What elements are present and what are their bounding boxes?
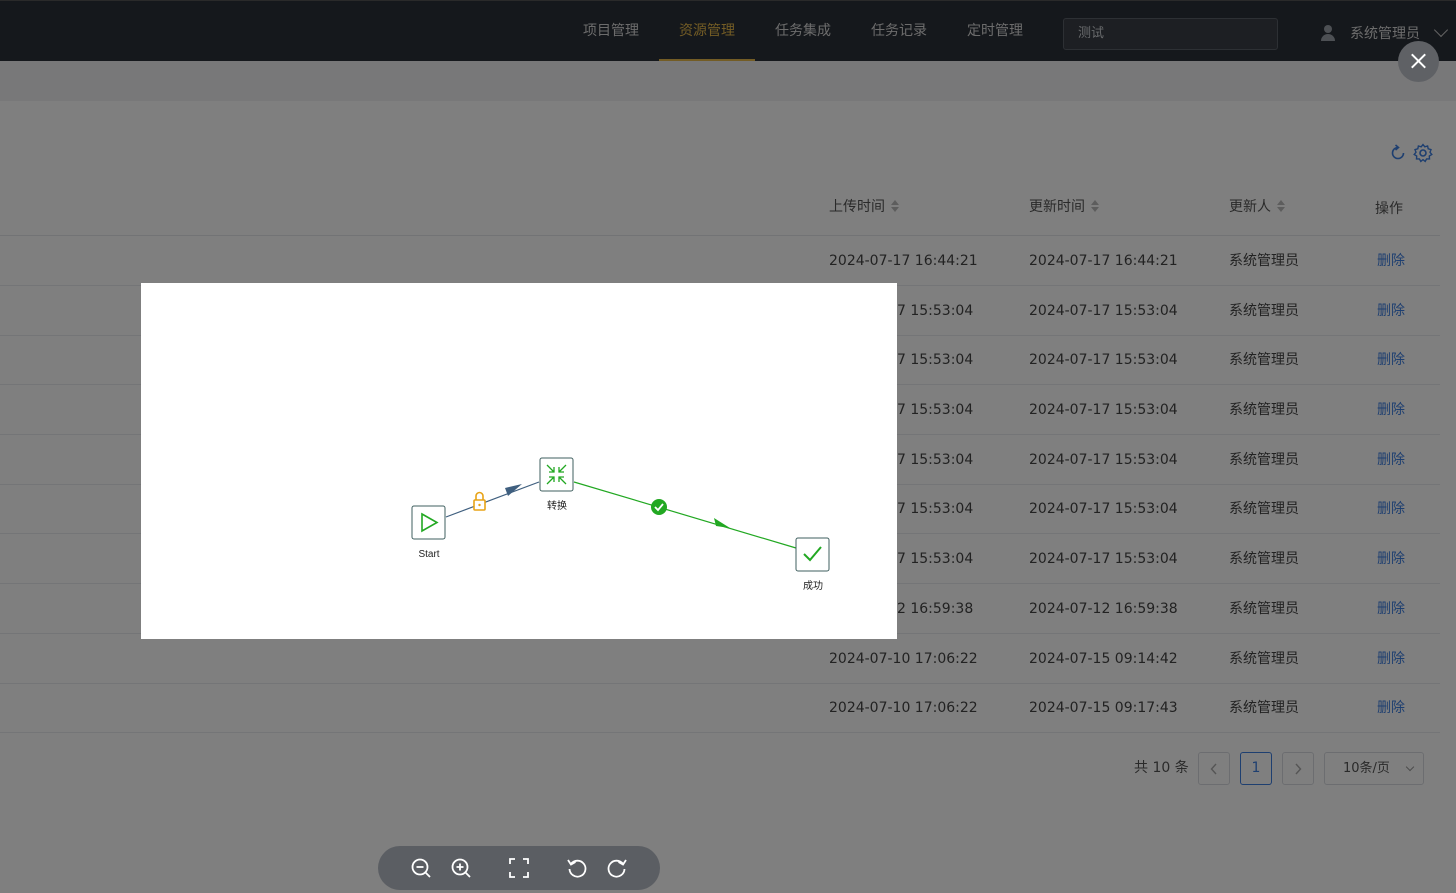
rotate-right-icon[interactable] (605, 856, 629, 880)
success-node[interactable] (795, 537, 830, 572)
close-button[interactable] (1398, 41, 1439, 82)
arrow-head (714, 518, 730, 528)
flow-edge (573, 481, 797, 549)
lock-icon (473, 491, 486, 511)
viewer-toolbar (378, 846, 660, 890)
arrow-head (505, 484, 522, 496)
success-node-label: 成功 (803, 580, 823, 592)
flow-edge (445, 481, 540, 518)
fullscreen-icon[interactable] (507, 856, 531, 880)
start-node-label: Start (418, 549, 439, 560)
zoom-out-icon[interactable] (409, 856, 433, 880)
image-preview: Start 转换 成功 (141, 283, 897, 639)
zoom-in-icon[interactable] (449, 856, 473, 880)
rotate-left-icon[interactable] (565, 856, 589, 880)
flow-diagram: Start 转换 成功 (411, 457, 830, 592)
transform-node[interactable] (539, 457, 574, 492)
check-circle-icon (651, 499, 667, 515)
transform-node-label: 转换 (547, 499, 567, 512)
start-node[interactable] (411, 505, 446, 540)
